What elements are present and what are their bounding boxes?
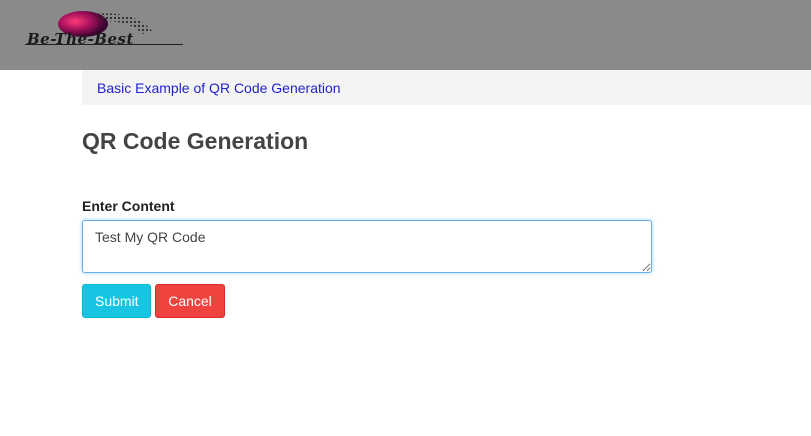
top-header: Be-The-Best — [0, 0, 811, 70]
breadcrumb: Basic Example of QR Code Generation — [82, 70, 811, 105]
logo-text: Be-The-Best — [27, 30, 134, 48]
logo-underline — [25, 44, 183, 45]
site-logo[interactable]: Be-The-Best — [25, 8, 185, 50]
content-textarea[interactable]: Test My QR Code — [82, 220, 652, 273]
page-title: QR Code Generation — [82, 128, 309, 154]
breadcrumb-link[interactable]: Basic Example of QR Code Generation — [97, 70, 341, 106]
submit-button[interactable]: Submit — [82, 284, 151, 318]
content-label: Enter Content — [82, 198, 175, 214]
cancel-button[interactable]: Cancel — [155, 284, 225, 318]
